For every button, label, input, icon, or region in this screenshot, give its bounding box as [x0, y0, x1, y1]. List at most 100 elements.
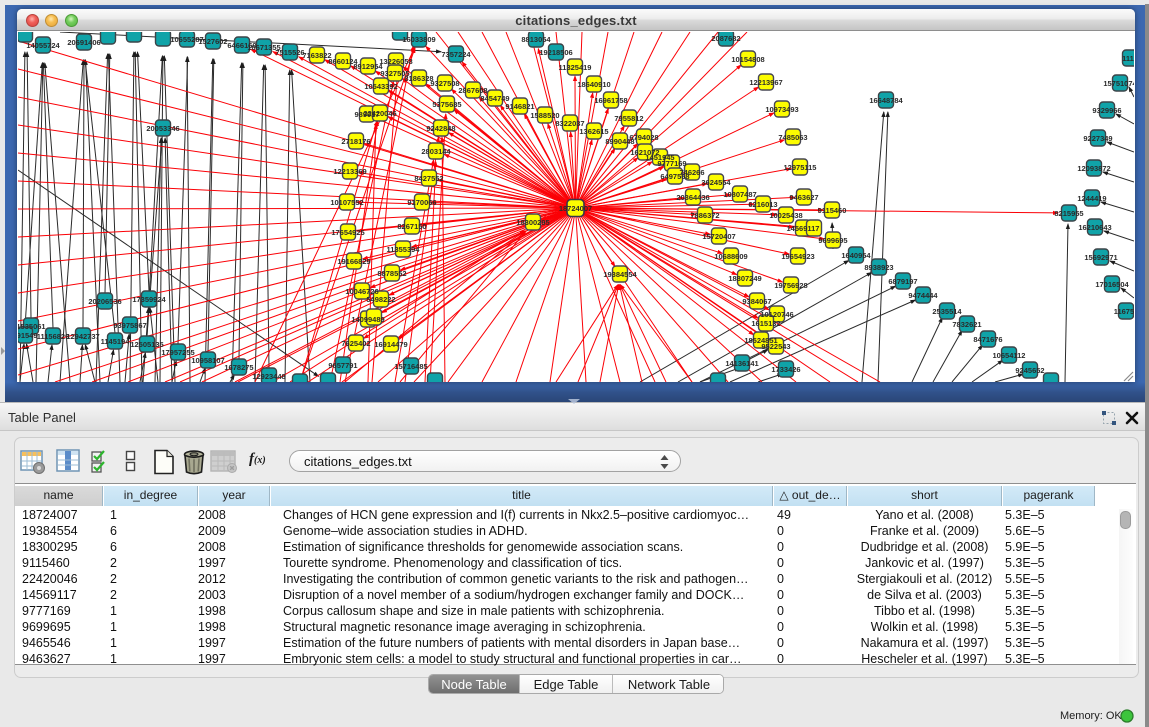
- svg-text:13226058: 13226058: [379, 57, 412, 66]
- svg-text:1362615: 1362615: [579, 127, 608, 136]
- svg-text:9329966: 9329966: [1092, 106, 1121, 115]
- svg-text:16961758: 16961758: [594, 96, 627, 105]
- svg-text:16914479: 16914479: [374, 340, 407, 349]
- svg-text:10973493: 10973493: [765, 105, 798, 114]
- svg-text:9522543: 9522543: [761, 342, 790, 351]
- svg-text:1640954: 1640954: [841, 251, 871, 260]
- svg-text:6216013: 6216013: [748, 200, 777, 209]
- svg-text:18807249: 18807249: [728, 274, 761, 283]
- svg-text:12923448: 12923448: [252, 372, 285, 381]
- svg-text:9463627: 9463627: [789, 193, 818, 202]
- svg-text:12975115: 12975115: [784, 163, 817, 172]
- svg-text:8427552: 8427552: [414, 174, 443, 183]
- svg-text:116753: 116753: [1114, 307, 1134, 316]
- svg-text:1733426: 1733426: [771, 365, 800, 374]
- svg-text:9474444: 9474444: [908, 291, 938, 300]
- svg-text:12093872: 12093872: [1077, 164, 1110, 173]
- svg-text:8938923: 8938923: [864, 263, 893, 272]
- svg-text:12505135: 12505135: [130, 340, 163, 349]
- svg-text:10107552: 10107552: [330, 198, 363, 207]
- svg-text:15692971: 15692971: [1084, 253, 1117, 262]
- svg-text:10958107: 10958107: [191, 356, 224, 365]
- svg-text:19166829: 19166829: [337, 257, 370, 266]
- svg-text:2535514: 2535514: [932, 307, 962, 316]
- svg-text:8267150: 8267150: [397, 222, 426, 231]
- svg-text:1615132: 1615132: [751, 319, 780, 328]
- svg-text:17359924: 17359924: [132, 295, 166, 304]
- svg-text:7485063: 7485063: [778, 133, 807, 142]
- svg-text:7625402: 7625402: [341, 339, 370, 348]
- svg-text:20364436: 20364436: [676, 193, 709, 202]
- svg-text:746266: 746266: [679, 168, 704, 177]
- svg-text:7955812: 7955812: [614, 114, 643, 123]
- svg-text:1112: 1112: [1122, 54, 1134, 63]
- svg-text:16033809: 16033809: [402, 35, 435, 44]
- svg-text:9777169: 9777169: [657, 159, 686, 168]
- svg-text:9115460: 9115460: [818, 206, 847, 215]
- svg-text:7515526: 7515526: [275, 48, 304, 57]
- svg-text:11325419: 11325419: [559, 63, 592, 72]
- svg-text:1535061: 1535061: [18, 322, 46, 331]
- svg-text:3624554: 3624554: [701, 178, 731, 187]
- svg-text:7163822: 7163822: [302, 51, 331, 60]
- svg-text:9699695: 9699695: [818, 236, 847, 245]
- svg-text:6879197: 6879197: [888, 277, 917, 286]
- svg-text:9242848: 9242848: [426, 124, 455, 133]
- svg-text:14099489: 14099489: [351, 315, 384, 324]
- svg-text:8878552: 8878552: [377, 269, 406, 278]
- svg-text:12942737: 12942737: [66, 332, 99, 341]
- svg-text:7886372: 7886372: [690, 211, 719, 220]
- svg-text:10046726: 10046726: [345, 287, 378, 296]
- svg-text:8215955: 8215955: [1054, 209, 1083, 218]
- svg-text:1244419: 1244419: [1077, 194, 1106, 203]
- svg-text:9170066: 9170066: [407, 198, 436, 207]
- svg-text:391549: 391549: [18, 331, 38, 340]
- svg-text:10025438: 10025438: [769, 211, 802, 220]
- svg-text:6794028: 6794028: [629, 133, 658, 142]
- svg-text:11156829: 11156829: [37, 332, 70, 341]
- svg-text:15720407: 15720407: [702, 232, 735, 241]
- svg-text:8813054: 8813054: [521, 35, 551, 44]
- svg-text:2087682: 2087682: [711, 34, 740, 43]
- svg-text:1145194: 1145194: [101, 337, 131, 346]
- svg-text:1678275: 1678275: [224, 363, 253, 372]
- svg-text:9327508: 9327508: [430, 79, 459, 88]
- svg-text:16210643: 16210643: [1078, 223, 1111, 232]
- svg-text:14569117: 14569117: [787, 224, 820, 233]
- svg-text:9245652: 9245652: [1015, 366, 1044, 375]
- svg-text:12213369: 12213369: [333, 167, 366, 176]
- svg-text:20691406: 20691406: [67, 38, 100, 47]
- svg-text:10654112: 10654112: [993, 351, 1026, 360]
- svg-text:20053346: 20053346: [146, 124, 179, 133]
- svg-text:8186328: 8186328: [404, 74, 433, 83]
- svg-text:9384067: 9384067: [742, 297, 771, 306]
- svg-text:14055724: 14055724: [26, 41, 60, 50]
- svg-text:10543392: 10543392: [364, 82, 397, 91]
- svg-text:10120746: 10120746: [760, 310, 793, 319]
- svg-text:18300295: 18300295: [516, 218, 549, 227]
- svg-text:12213967: 12213967: [749, 78, 782, 87]
- svg-text:17016504: 17016504: [1095, 280, 1129, 289]
- svg-text:7832621: 7832621: [952, 320, 981, 329]
- svg-text:9227349: 9227349: [1083, 134, 1112, 143]
- svg-text:15716485: 15716485: [394, 362, 427, 371]
- svg-text:20206536: 20206536: [88, 297, 121, 306]
- svg-text:19756928: 19756928: [774, 281, 807, 290]
- svg-text:16648784: 16648784: [869, 96, 903, 105]
- svg-text:8471676: 8471676: [973, 335, 1002, 344]
- svg-text:17957255: 17957255: [161, 348, 194, 357]
- svg-text:22420046: 22420046: [363, 109, 396, 118]
- svg-text:5498222: 5498222: [366, 295, 395, 304]
- svg-text:9657791: 9657791: [328, 361, 357, 370]
- svg-text:14136141: 14136141: [725, 359, 758, 368]
- svg-text:10807487: 10807487: [723, 190, 756, 199]
- svg-text:5375685: 5375685: [432, 100, 461, 109]
- svg-text:18640910: 18640910: [577, 80, 610, 89]
- svg-text:19654923: 19654923: [781, 252, 814, 261]
- svg-text:93975867: 93975867: [113, 321, 146, 330]
- svg-text:11355394: 11355394: [387, 245, 421, 254]
- svg-text:2803144: 2803144: [421, 147, 451, 156]
- svg-text:15751074: 15751074: [1103, 79, 1134, 88]
- svg-text:2718176: 2718176: [341, 137, 370, 146]
- svg-text:10154808: 10154808: [731, 55, 764, 64]
